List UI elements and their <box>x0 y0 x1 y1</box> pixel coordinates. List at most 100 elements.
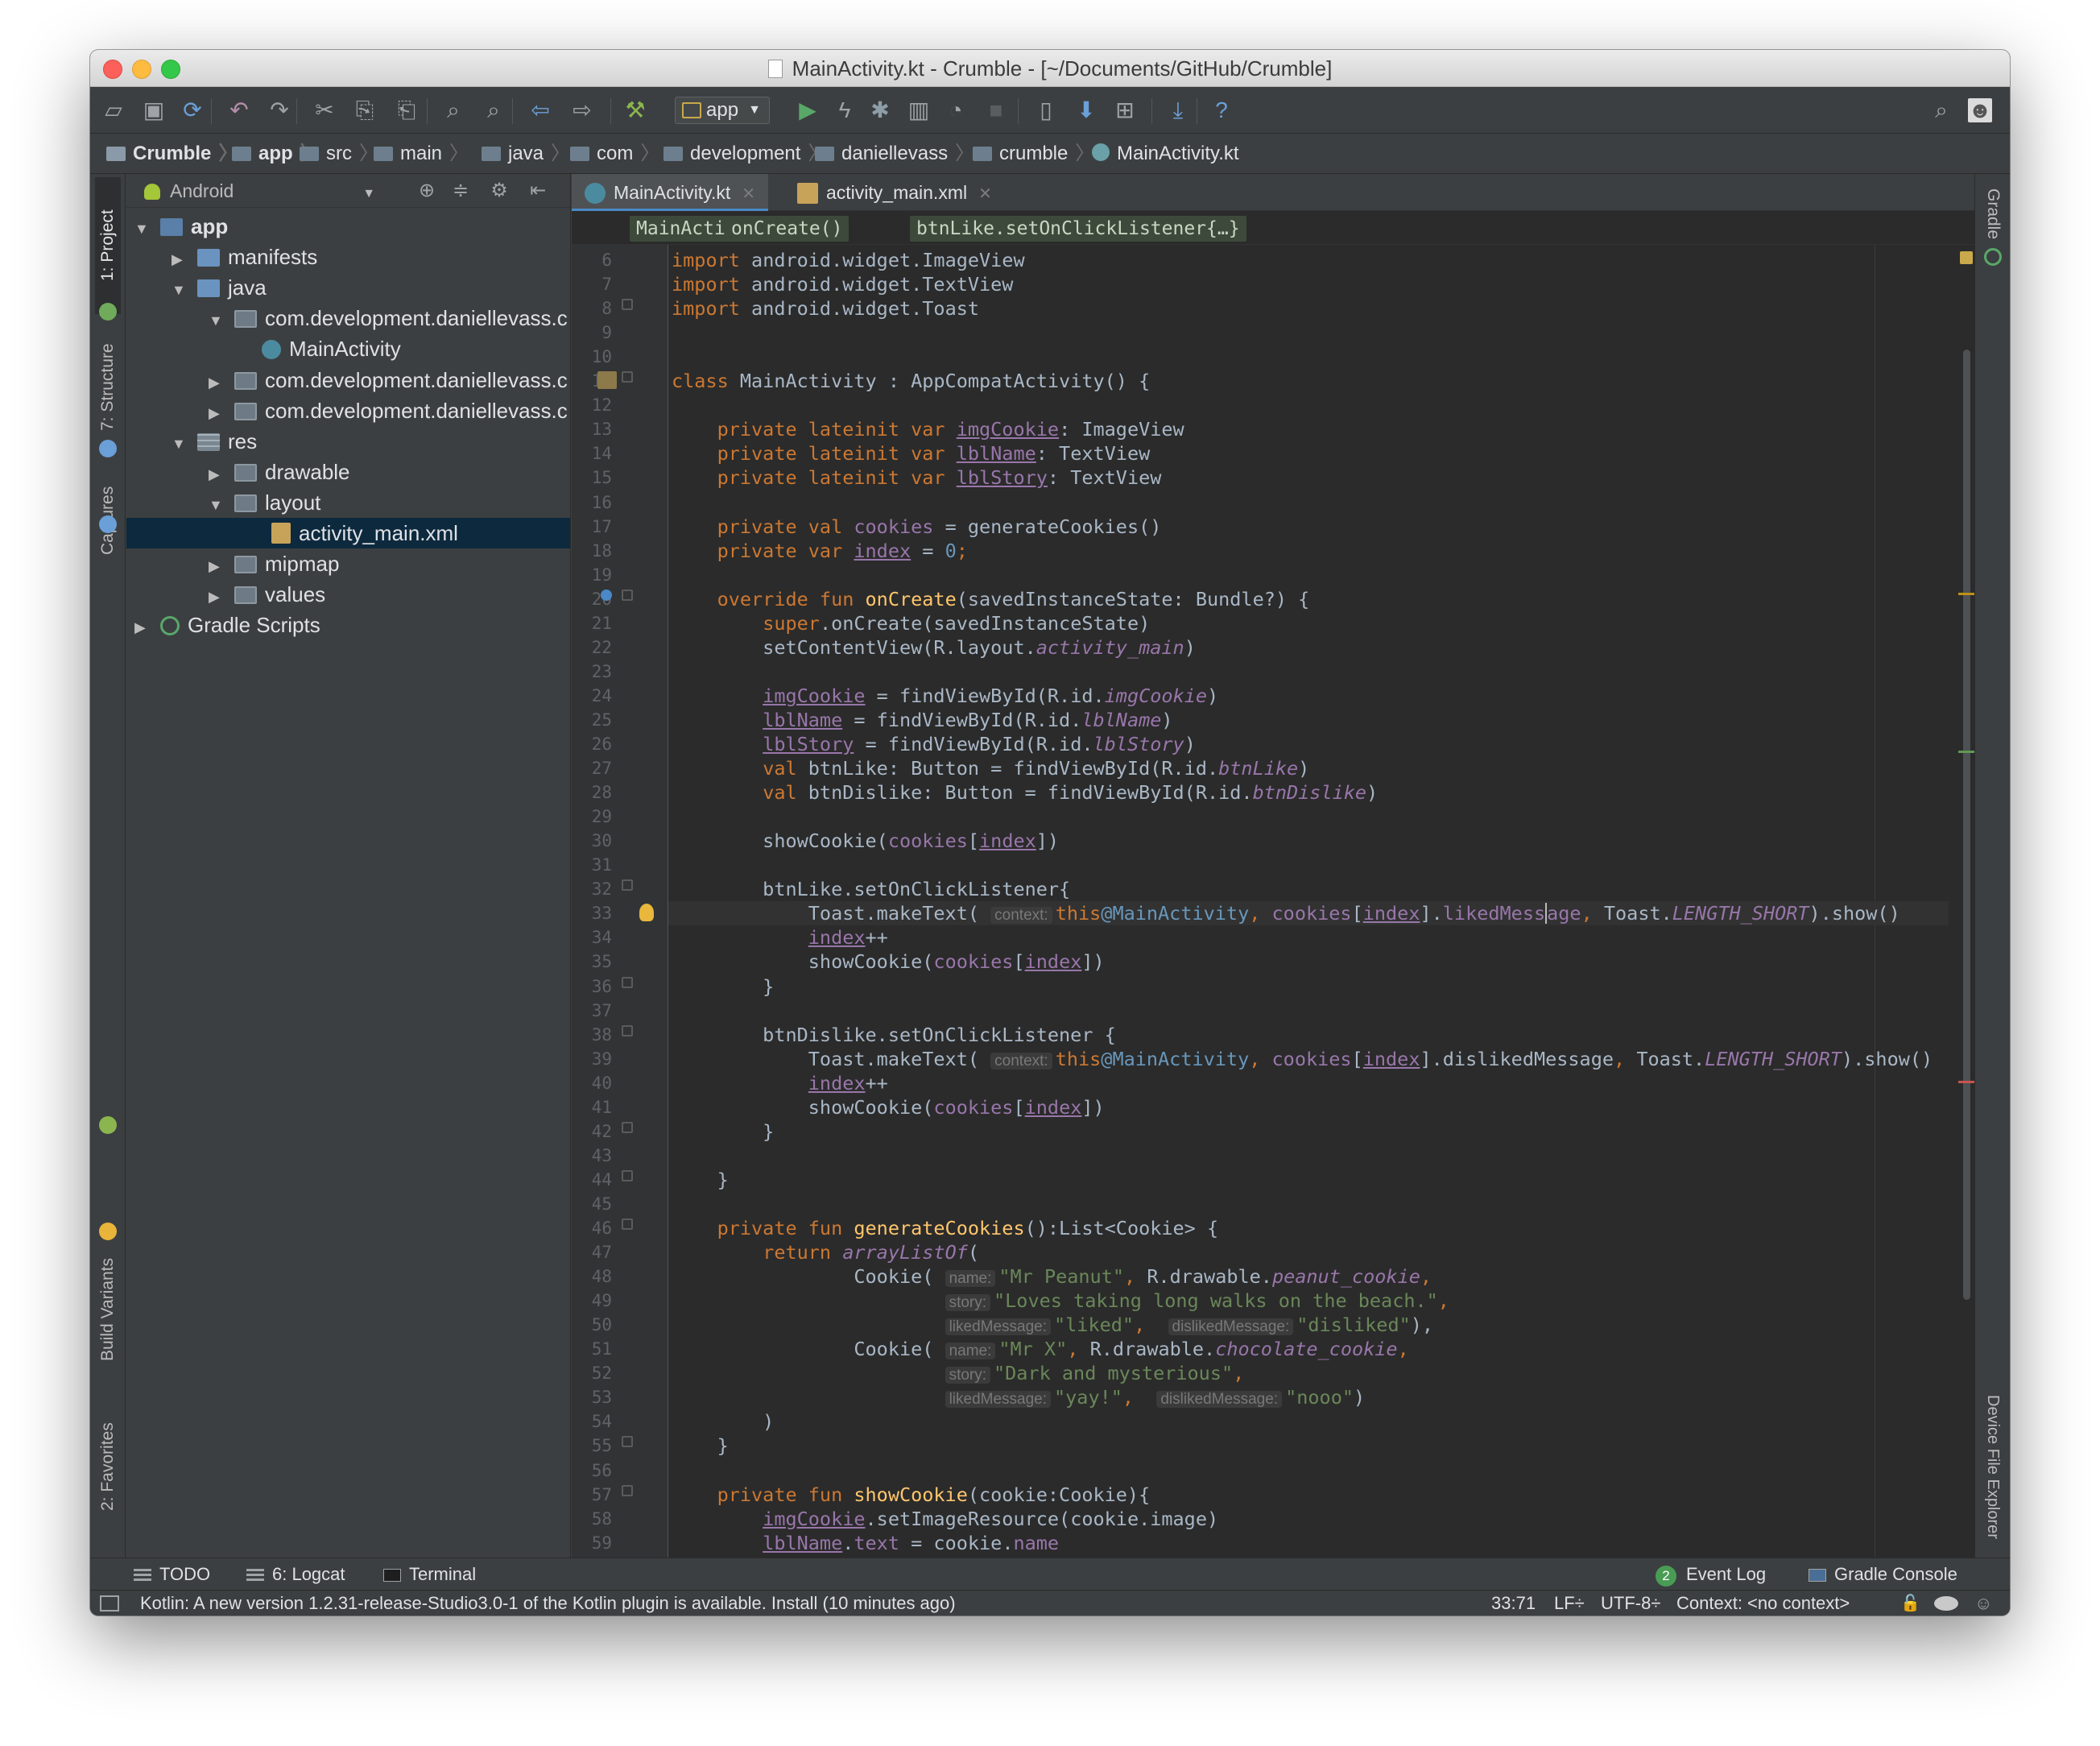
attach-debugger-icon[interactable]: ◔ <box>944 98 968 122</box>
tree-item[interactable]: ▶ Gradle Scripts <box>126 610 570 640</box>
nav-crumb[interactable]: main 〉 <box>374 134 469 174</box>
nav-crumb[interactable]: daniellevass 〉 <box>815 134 974 174</box>
expand-arrow-icon[interactable]: ▶ <box>172 244 189 272</box>
tree-item[interactable]: ▶ drawable <box>126 457 570 487</box>
redo-icon[interactable]: ↷ <box>267 98 291 122</box>
device-file-explorer-tool-tab[interactable]: Device File Explorer <box>1980 1382 2006 1551</box>
nav-crumb[interactable]: java 〉 <box>482 134 570 174</box>
expand-arrow-icon[interactable]: ▶ <box>209 581 226 610</box>
nav-crumb[interactable]: MainActivity.kt <box>1092 134 1239 174</box>
event-icon[interactable]: ☺ <box>1974 1591 1992 1616</box>
editor-tab[interactable]: MainActivity.kt ✕ <box>572 174 769 211</box>
tree-item[interactable]: ▼ com.development.daniellevass.c <box>126 303 570 333</box>
user-icon[interactable]: ☻ <box>1968 98 1992 122</box>
error-marker[interactable] <box>1958 1081 1974 1083</box>
tree-item[interactable]: ▶ values <box>126 579 570 610</box>
collapse-arrow-icon[interactable]: ▼ <box>172 275 189 303</box>
sdk-manager-icon[interactable]: ⬇ <box>1074 98 1098 122</box>
eye-icon[interactable] <box>1934 1596 1958 1611</box>
structure-tool-tab[interactable]: 7: Structure <box>95 327 121 448</box>
todo-tool-button[interactable]: TODO <box>134 1558 210 1591</box>
back-icon[interactable]: ⇦ <box>528 98 552 122</box>
close-tab-icon[interactable]: ✕ <box>978 185 992 203</box>
scroll-from-source-icon[interactable]: ⊕ <box>415 179 439 203</box>
undo-icon[interactable]: ↶ <box>227 98 251 122</box>
tree-item[interactable]: ▼ java <box>126 272 570 303</box>
forward-icon[interactable]: ⇨ <box>570 98 594 122</box>
editor-scrollbar[interactable] <box>1958 245 1974 1558</box>
expand-arrow-icon[interactable]: ▶ <box>209 551 226 579</box>
find-icon[interactable]: ⌕ <box>441 98 465 122</box>
save-icon[interactable]: ▣ <box>142 98 166 122</box>
avd-manager-icon[interactable]: ▯ <box>1034 98 1058 122</box>
context-indicator[interactable]: Context: <no context> <box>1676 1591 1850 1616</box>
search-icon[interactable]: ⌕ <box>1929 98 1953 122</box>
code-breadcrumb[interactable]: onCreate() <box>725 216 850 242</box>
gradle-tool-tab[interactable]: Gradle <box>1980 174 2006 254</box>
fold-marker-icon[interactable] <box>622 1121 633 1133</box>
fold-marker-icon[interactable] <box>622 1169 633 1181</box>
expand-arrow-icon[interactable]: ▶ <box>209 367 226 395</box>
close-tab-icon[interactable]: ✕ <box>742 185 755 203</box>
line-separator[interactable]: LF÷ <box>1554 1591 1585 1616</box>
code-breadcrumb[interactable]: btnLike.setOnClickListener{…} <box>910 216 1246 242</box>
warning-marker[interactable] <box>1958 593 1974 595</box>
tree-item[interactable]: ▼ layout <box>126 487 570 518</box>
collapse-arrow-icon[interactable]: ▼ <box>172 428 189 457</box>
fold-marker-icon[interactable] <box>622 1436 633 1448</box>
favorites-tool-tab[interactable]: 2: Favorites <box>95 1406 121 1527</box>
stop-icon[interactable]: ■ <box>984 98 1008 122</box>
project-tool-tab[interactable]: 1: Project <box>95 177 121 314</box>
run-configuration-selector[interactable]: app ▼ <box>675 97 770 124</box>
tree-item[interactable]: ▶ manifests <box>126 242 570 272</box>
nav-crumb[interactable]: src 〉 <box>300 134 378 174</box>
nav-crumb[interactable]: crumble 〉 <box>973 134 1094 174</box>
collapse-all-icon[interactable]: ≑ <box>449 179 473 203</box>
tree-item[interactable]: ▼ app <box>126 211 570 242</box>
fold-marker-icon[interactable] <box>622 1484 633 1496</box>
fold-marker-icon[interactable] <box>622 1218 633 1230</box>
fold-marker-icon[interactable] <box>622 371 633 383</box>
collapse-arrow-icon[interactable]: ▼ <box>209 305 226 333</box>
file-encoding[interactable]: UTF-8÷ <box>1601 1591 1660 1616</box>
replace-icon[interactable]: ⌕ <box>482 98 506 122</box>
nav-crumb[interactable]: com 〉 <box>570 134 659 174</box>
scrollbar-thumb[interactable] <box>1963 350 1970 1300</box>
help-icon[interactable]: ? <box>1209 98 1234 122</box>
tree-item[interactable]: ▶ com.development.daniellevass.c <box>126 395 570 426</box>
lightbulb-icon[interactable] <box>639 904 654 922</box>
tree-item[interactable]: ▶ com.development.daniellevass.c <box>126 365 570 395</box>
cut-icon[interactable]: ✂ <box>312 98 337 122</box>
expand-arrow-icon[interactable]: ▶ <box>209 398 226 426</box>
terminal-tool-button[interactable]: Terminal <box>383 1558 476 1591</box>
sync-icon[interactable]: ⟳ <box>180 98 205 122</box>
copy-icon[interactable]: ⎘ <box>353 98 377 122</box>
nav-crumb[interactable]: development〉 <box>663 134 827 174</box>
nav-crumb[interactable]: Crumble 〉 <box>106 134 238 174</box>
toggle-tool-windows-icon[interactable] <box>100 1595 119 1612</box>
run-icon[interactable]: ▶ <box>796 98 820 122</box>
expand-arrow-icon[interactable]: ▶ <box>134 612 152 640</box>
fold-marker-icon[interactable] <box>622 589 633 601</box>
event-log-tool-button[interactable]: 2 Event Log <box>1656 1558 1766 1591</box>
expand-arrow-icon[interactable]: ▶ <box>209 459 226 487</box>
tree-item[interactable]: ▶ mipmap <box>126 548 570 579</box>
tree-item[interactable]: activity_main.xml <box>126 518 570 548</box>
collapse-arrow-icon[interactable]: ▼ <box>209 490 226 518</box>
folder-icon[interactable]: ▱ <box>101 98 126 122</box>
caret-position[interactable]: 33:71 <box>1491 1591 1536 1616</box>
editor-tab[interactable]: activity_main.xml ✕ <box>784 174 1005 211</box>
paste-icon[interactable]: ⎗ <box>395 98 419 122</box>
lock-icon[interactable]: 🔓 <box>1900 1591 1920 1616</box>
debug-icon[interactable]: ✱ <box>868 98 892 122</box>
collapse-arrow-icon[interactable]: ▼ <box>134 213 152 242</box>
tree-item[interactable]: ▼ res <box>126 426 570 457</box>
build-variants-tool-tab[interactable]: Build Variants <box>95 1229 121 1390</box>
change-marker[interactable] <box>1958 751 1974 753</box>
override-method-icon[interactable] <box>601 589 612 601</box>
logcat-tool-button[interactable]: 6: Logcat <box>246 1558 345 1591</box>
project-structure-icon[interactable]: ⊞ <box>1113 98 1137 122</box>
profile-icon[interactable]: ▥ <box>907 98 931 122</box>
apply-changes-icon[interactable]: ϟ <box>833 98 857 122</box>
gear-icon[interactable]: ⚙ <box>487 179 511 203</box>
